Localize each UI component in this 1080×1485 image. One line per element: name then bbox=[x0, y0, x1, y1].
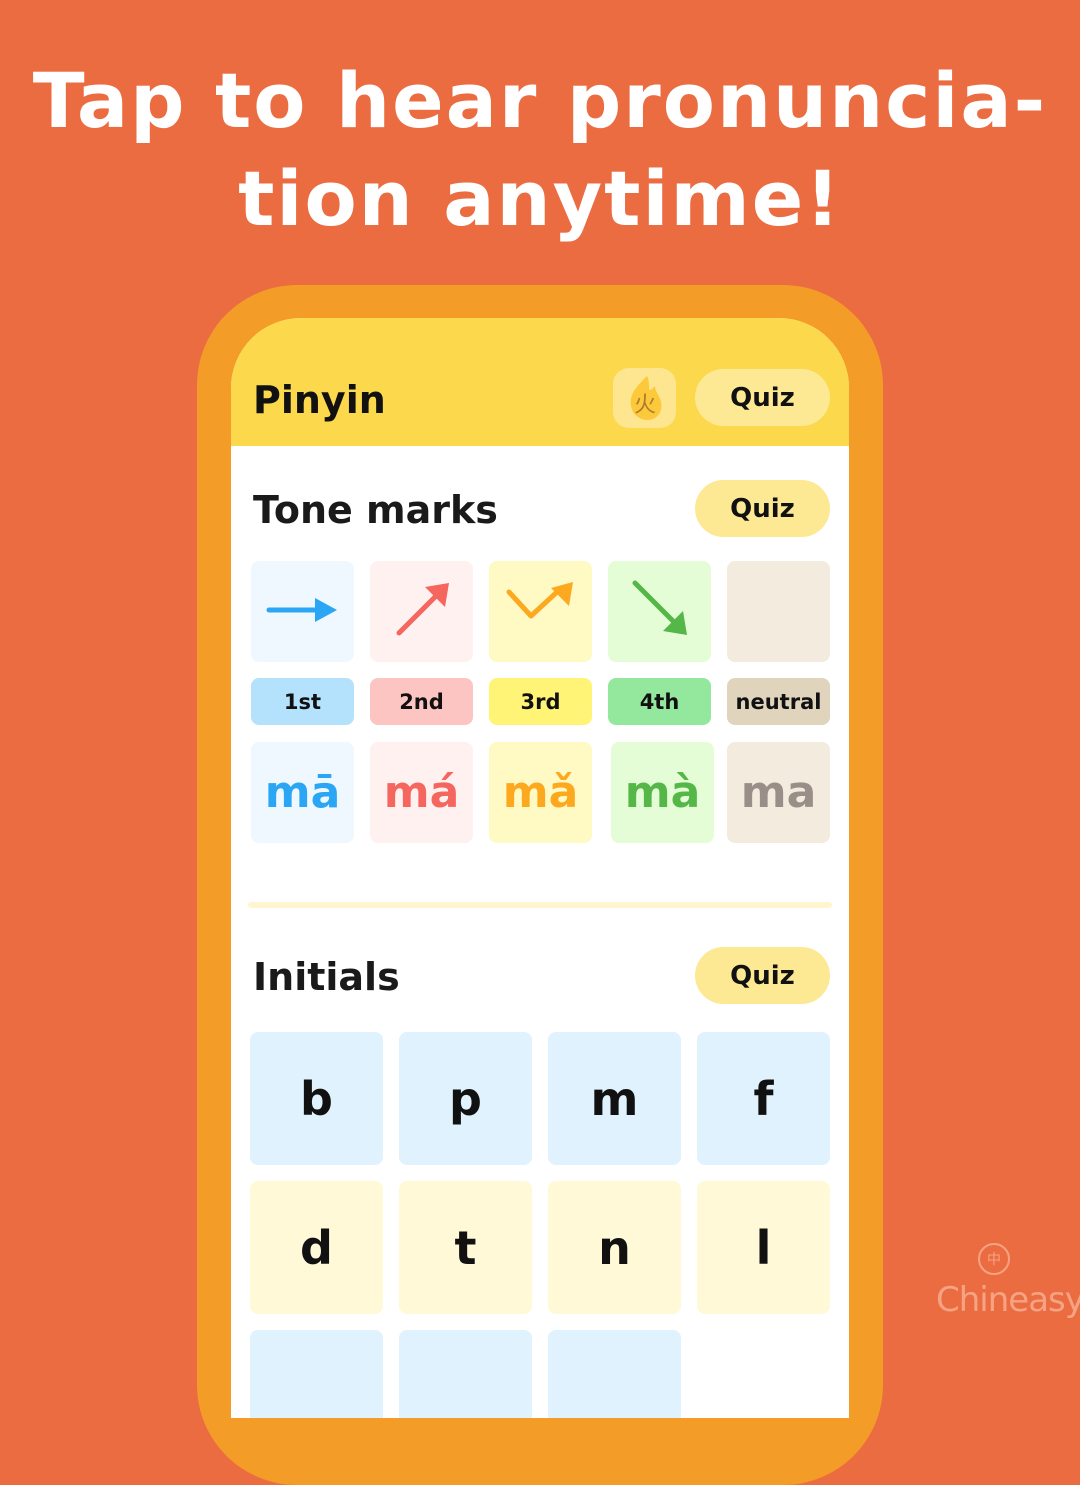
initials-title: Initials bbox=[253, 955, 400, 999]
tone-contour-card[interactable] bbox=[489, 561, 592, 662]
app-header: Pinyin 火 Quiz bbox=[231, 318, 849, 446]
logo-character: 中 bbox=[987, 1252, 1001, 1268]
tone-marks-quiz-button[interactable]: Quiz bbox=[695, 480, 830, 537]
tone-label: 3rd bbox=[489, 678, 592, 725]
dip-rise-arrow-icon bbox=[501, 580, 581, 644]
section-divider bbox=[248, 902, 832, 908]
tone-label: 2nd bbox=[370, 678, 473, 725]
tone-contour-card[interactable] bbox=[251, 561, 354, 662]
arrow-right-icon bbox=[263, 590, 343, 634]
fire-character: 火 bbox=[633, 393, 655, 418]
initial-card[interactable] bbox=[399, 1330, 532, 1418]
arrow-up-right-icon bbox=[387, 575, 457, 649]
headline: Tap to hear pronuncia- tion anytime! bbox=[0, 52, 1080, 248]
streak-button[interactable]: 火 bbox=[613, 368, 676, 428]
initial-card[interactable]: b bbox=[250, 1032, 383, 1165]
initial-card[interactable]: f bbox=[697, 1032, 830, 1165]
tone-marks-title: Tone marks bbox=[253, 488, 498, 532]
initials-quiz-button[interactable]: Quiz bbox=[695, 947, 830, 1004]
page-title: Pinyin bbox=[253, 378, 386, 422]
initial-card[interactable]: m bbox=[548, 1032, 681, 1165]
chineasy-logo-icon: 中 bbox=[978, 1243, 1010, 1275]
initial-card[interactable]: t bbox=[399, 1181, 532, 1314]
brand-logo: 中 Chineasy® bbox=[936, 1242, 1080, 1320]
tone-syllable-button[interactable]: ma bbox=[727, 742, 830, 843]
initial-card[interactable] bbox=[548, 1330, 681, 1418]
phone-screen: Pinyin 火 Quiz Tone marks Quiz 1st mā 2nd má… bbox=[231, 318, 849, 1418]
tone-contour-card[interactable] bbox=[727, 561, 830, 662]
tone-syllable-button[interactable]: mā bbox=[251, 742, 354, 843]
headline-line-1: Tap to hear pronuncia- bbox=[32, 56, 1048, 145]
initial-card[interactable]: n bbox=[548, 1181, 681, 1314]
brand-name: Chineasy bbox=[936, 1280, 1080, 1320]
arrow-down-right-icon bbox=[625, 575, 695, 649]
tone-syllable-button[interactable]: mà bbox=[611, 742, 714, 843]
flame-icon: 火 bbox=[630, 376, 661, 420]
headline-line-2: tion anytime! bbox=[238, 154, 842, 243]
initial-card[interactable] bbox=[250, 1330, 383, 1418]
tone-label: 4th bbox=[608, 678, 711, 725]
header-quiz-button[interactable]: Quiz bbox=[695, 369, 830, 426]
tone-contour-card[interactable] bbox=[370, 561, 473, 662]
tone-contour-card[interactable] bbox=[608, 561, 711, 662]
initial-card[interactable]: l bbox=[697, 1181, 830, 1314]
initial-card[interactable]: p bbox=[399, 1032, 532, 1165]
tone-syllable-button[interactable]: má bbox=[370, 742, 473, 843]
tone-label: 1st bbox=[251, 678, 354, 725]
tone-syllable-button[interactable]: mǎ bbox=[489, 742, 592, 843]
tone-label: neutral bbox=[727, 678, 830, 725]
initial-card[interactable]: d bbox=[250, 1181, 383, 1314]
